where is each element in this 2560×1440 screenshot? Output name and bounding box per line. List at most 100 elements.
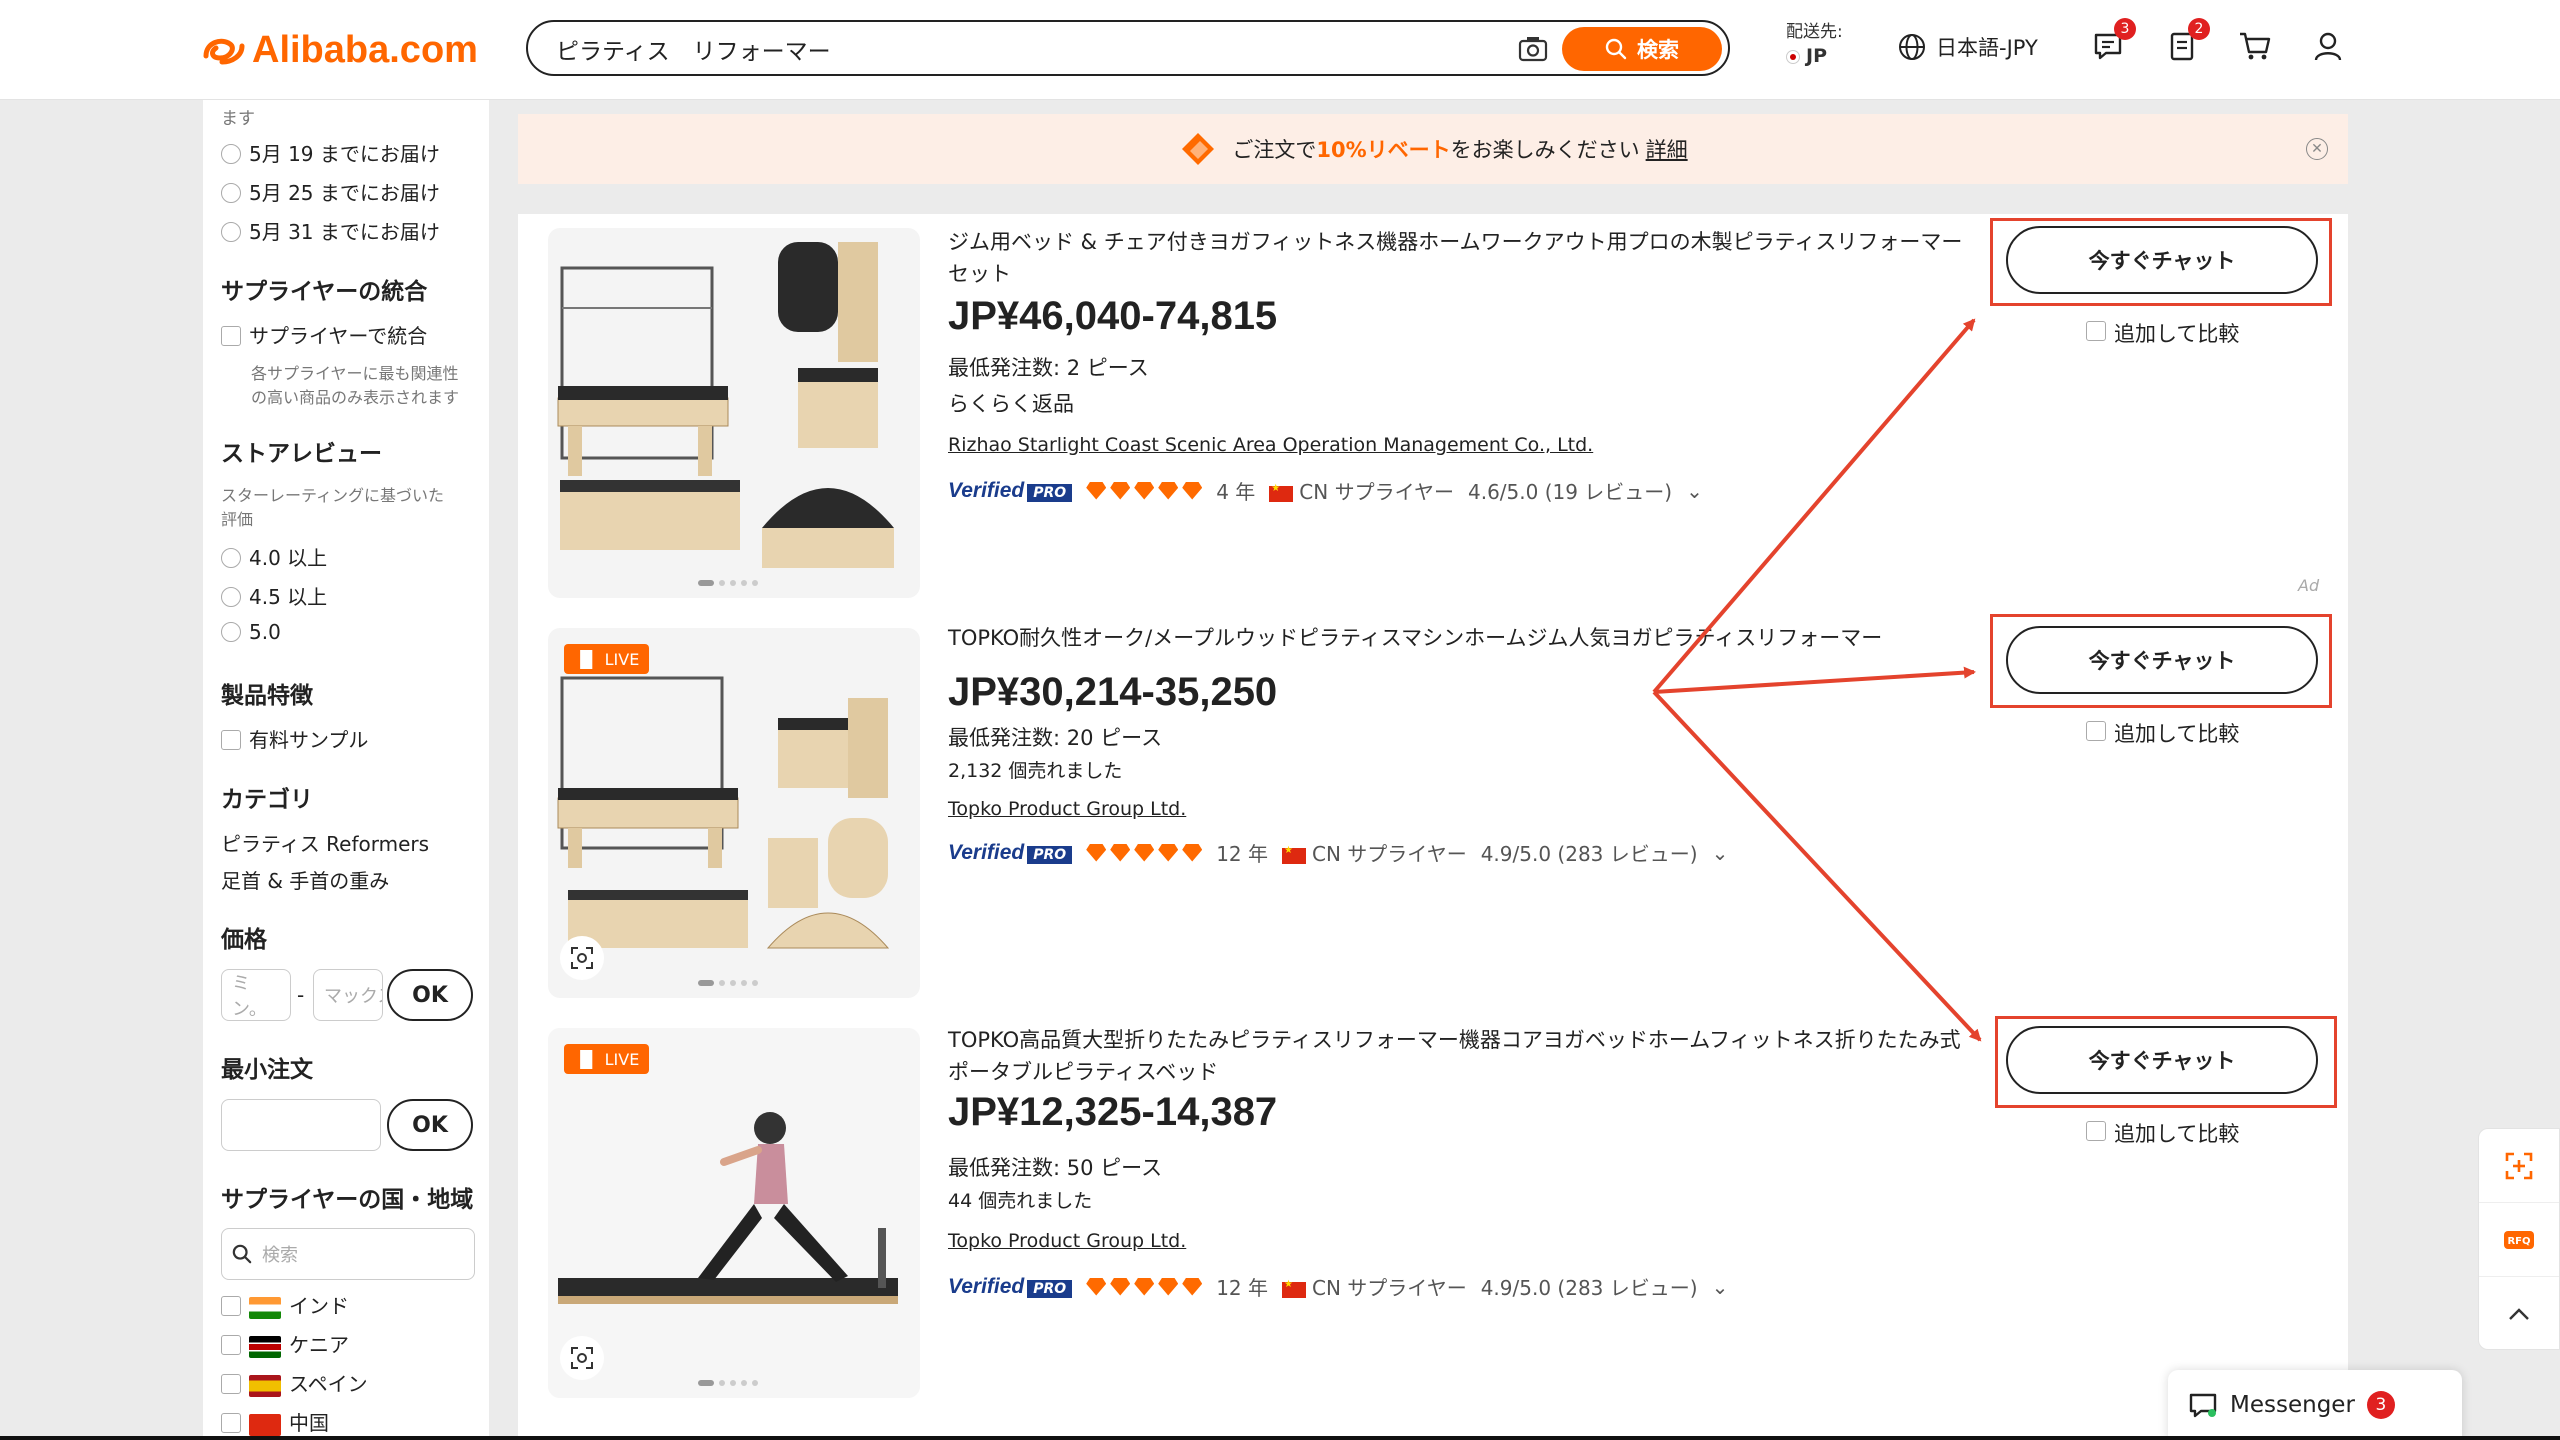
product-title[interactable]: TOPKO高品質大型折りたたみピラティスリフォーマー機器コアヨガベッドホームフィ… (948, 1024, 1968, 1088)
product-extra: 2,132 個売れました (948, 760, 1123, 782)
ship-to-label: 配送先: (1786, 22, 1843, 42)
supplier-merge-option[interactable]: サプライヤーで統合 (221, 320, 427, 349)
scan-tool-button[interactable] (2479, 1129, 2559, 1203)
pro-badge: PRO (1027, 1280, 1073, 1298)
product-image[interactable] (548, 228, 920, 598)
supplier-name-link[interactable]: Rizhao Starlight Coast Scenic Area Opera… (948, 434, 1593, 456)
product-image[interactable]: ▐▌ LIVE (548, 628, 920, 998)
ship-country: JP (1806, 45, 1827, 67)
supplier-rating[interactable]: 4.6/5.0 (19 レビュー) (1468, 476, 1672, 505)
radio-button[interactable] (221, 586, 241, 607)
back-to-top-button[interactable] (2479, 1277, 2559, 1351)
product-moq: 最低発注数: 50 ピース (948, 1156, 1163, 1180)
add-to-compare[interactable]: 追加して比較 (2086, 718, 2239, 748)
category-link[interactable]: 足首 & 手首の重み (221, 865, 389, 894)
cart-button[interactable] (2238, 30, 2274, 66)
checkbox[interactable] (221, 1295, 241, 1316)
radio-button[interactable] (221, 621, 241, 642)
supplier-name-link[interactable]: Topko Product Group Ltd. (948, 798, 1186, 820)
category-link[interactable]: ピラティス Reformers (221, 828, 429, 857)
supplier-name-link[interactable]: Topko Product Group Ltd. (948, 1230, 1186, 1252)
supplier-merge-label: サプライヤーで統合 (249, 324, 428, 348)
add-to-compare[interactable]: 追加して比較 (2086, 318, 2239, 348)
messages-button[interactable]: 3 (2092, 18, 2136, 66)
country-label: スペイン (289, 1372, 368, 1396)
close-icon[interactable]: ✕ (2306, 138, 2328, 160)
product-title[interactable]: ジム用ベッド & チェア付きヨガフィットネス機器ホームワークアウト用プロの木製ピ… (948, 226, 1968, 290)
radio-button[interactable] (221, 221, 241, 242)
supplier-merge-note: 各サプライヤーに最も関連性 (251, 364, 459, 383)
price-max-input[interactable]: マックス (313, 969, 383, 1021)
free-sample-label: 有料サンプル (249, 728, 369, 752)
country-option[interactable]: ケニア (221, 1329, 349, 1358)
country-label: インド (289, 1294, 349, 1318)
camera-search-icon[interactable] (1518, 36, 1548, 62)
country-option[interactable]: インド (221, 1290, 349, 1319)
live-badge: ▐▌ LIVE (564, 644, 650, 674)
orders-button[interactable]: 2 (2166, 18, 2210, 66)
country-search-placeholder: 検索 (262, 1245, 298, 1266)
supplier-rating[interactable]: 4.9/5.0 (283 レビュー) (1481, 838, 1698, 867)
moq-input[interactable] (221, 1099, 381, 1151)
country-label: ケニア (289, 1333, 349, 1357)
promo-details-link[interactable]: 詳細 (1646, 134, 1688, 164)
delivery-option[interactable]: 5月 31 までにお届け (221, 216, 440, 245)
chat-now-button[interactable]: 今すぐチャット (2006, 226, 2318, 294)
checkbox[interactable] (221, 1373, 241, 1394)
add-to-compare[interactable]: 追加して比較 (2086, 1118, 2239, 1148)
price-min-input[interactable]: ミン。 (221, 969, 291, 1021)
alibaba-logo[interactable]: Alibaba.com (200, 24, 478, 76)
delivery-option[interactable]: 5月 19 までにお届け (221, 138, 440, 167)
chat-now-button[interactable]: 今すぐチャット (2006, 626, 2318, 694)
price-ok-button[interactable]: OK (387, 969, 473, 1021)
delivery-option[interactable]: 5月 25 までにお届け (221, 177, 440, 206)
country-option[interactable]: 中国 (221, 1407, 329, 1436)
checkbox[interactable] (221, 1334, 241, 1355)
checkbox[interactable] (221, 325, 241, 346)
radio-button[interactable] (221, 182, 241, 203)
chevron-down-icon[interactable]: ⌄ (1712, 1275, 1729, 1299)
checkbox[interactable] (221, 729, 241, 750)
language-currency-selector[interactable]: 日本語-JPY (1898, 32, 2038, 62)
checkbox[interactable] (2086, 1121, 2106, 1141)
store-review-note: 評価 (221, 510, 254, 529)
search-button[interactable]: 検索 (1562, 27, 1722, 71)
chat-now-button[interactable]: 今すぐチャット (2006, 1026, 2318, 1094)
orders-badge: 2 (2188, 18, 2210, 40)
rfq-icon: RFQ (2504, 1230, 2534, 1249)
country-search-input[interactable]: 検索 (221, 1228, 475, 1280)
checkbox[interactable] (2086, 721, 2106, 741)
rating-option[interactable]: 5.0 (221, 620, 281, 644)
radio-button[interactable] (221, 143, 241, 164)
rating-option[interactable]: 4.0 以上 (221, 542, 327, 571)
messenger-widget[interactable]: Messenger 3 (2168, 1370, 2462, 1440)
rating-label: 4.5 以上 (249, 585, 328, 609)
china-flag-icon (1282, 1279, 1307, 1298)
visual-search-button[interactable] (560, 936, 604, 980)
rating-option[interactable]: 4.5 以上 (221, 581, 327, 610)
supplier-years: 4 年 (1216, 480, 1256, 504)
ship-to-selector[interactable]: 配送先: JP (1786, 20, 1843, 69)
coupon-tag-icon (1182, 133, 1215, 165)
product-title[interactable]: TOPKO耐久性オーク/メープルウッドピラティスマシンホームジム人気ヨガピラティ… (948, 622, 1968, 654)
china-flag-icon (1282, 845, 1307, 864)
supplier-rating[interactable]: 4.9/5.0 (283 レビュー) (1481, 1272, 1698, 1301)
chevron-down-icon[interactable]: ⌄ (1712, 841, 1729, 865)
verified-label: Verified (948, 841, 1025, 864)
free-sample-option[interactable]: 有料サンプル (221, 724, 368, 753)
radio-button[interactable] (221, 547, 241, 568)
moq-ok-button[interactable]: OK (387, 1099, 473, 1151)
rfq-button[interactable]: RFQ (2479, 1203, 2559, 1277)
product-image[interactable]: ▐▌ LIVE (548, 1028, 920, 1398)
image-carousel-dots (698, 980, 758, 986)
chevron-down-icon[interactable]: ⌄ (1686, 479, 1703, 503)
checkbox[interactable] (221, 1412, 241, 1433)
product-card: ジム用ベッド & チェア付きヨガフィットネス機器ホームワークアウト用プロの木製ピ… (518, 214, 2348, 614)
visual-search-button[interactable] (560, 1336, 604, 1380)
price-range-dash: - (297, 983, 305, 1007)
country-option[interactable]: スペイン (221, 1368, 368, 1397)
search-input[interactable] (556, 32, 1496, 66)
moq-heading: 最小注文 (221, 1057, 313, 1083)
checkbox[interactable] (2086, 321, 2106, 341)
account-button[interactable] (2312, 30, 2348, 66)
